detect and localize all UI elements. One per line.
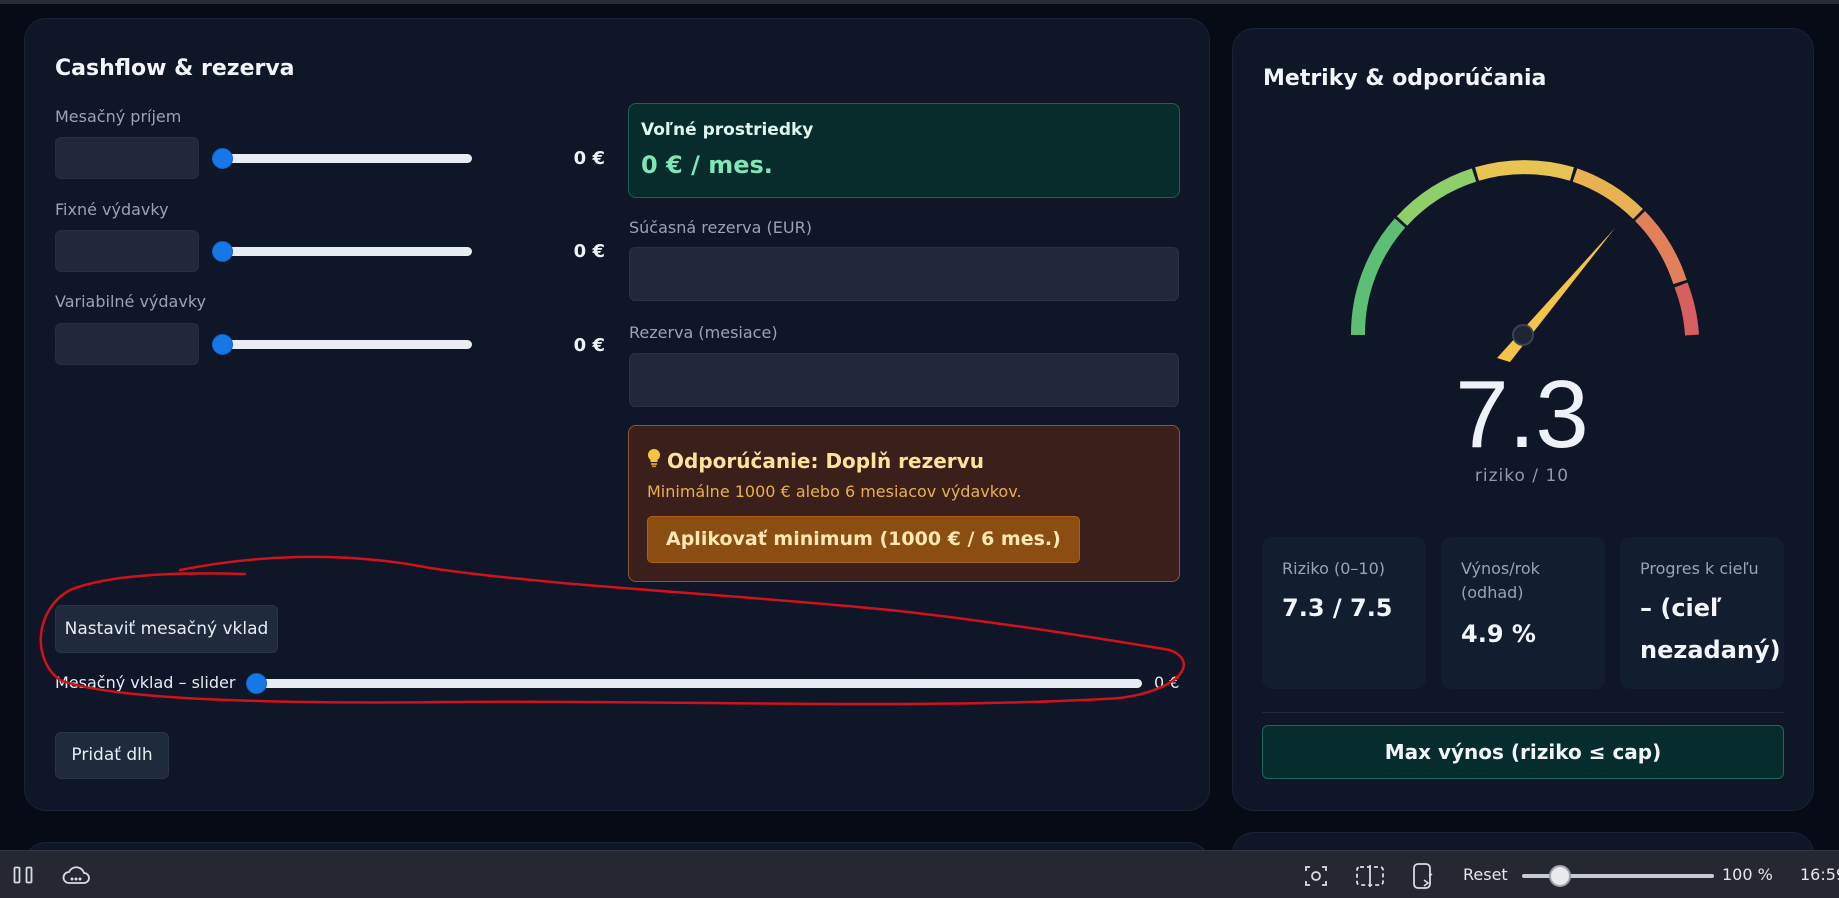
screenshot-icon[interactable]	[1304, 864, 1328, 892]
metrics-title: Metriky & odporúčania	[1263, 66, 1547, 91]
variable-slider-track	[212, 340, 472, 349]
risk-score-caption: riziko / 10	[1474, 466, 1570, 486]
gauge-needle-hub	[1512, 324, 1534, 346]
recommendation-text: Minimálne 1000 € alebo 6 mesiacov výdavk…	[647, 482, 1022, 501]
risk-score-value: 7.3	[1455, 361, 1589, 468]
pause-icon[interactable]	[13, 866, 35, 888]
split-view-icon[interactable]	[1355, 864, 1385, 892]
income-slider-thumb[interactable]	[212, 148, 233, 169]
free-funds-label: Voľné prostriedky	[641, 120, 814, 140]
income-slider-track	[212, 154, 472, 163]
device-icon[interactable]	[1410, 862, 1436, 894]
metric-goal-value-line1: – (cieľ	[1640, 594, 1722, 622]
variable-slider-thumb[interactable]	[212, 334, 233, 355]
risk-gauge-arc	[1350, 160, 1699, 336]
metric-goal-value-line2: nezadaný)	[1640, 636, 1781, 664]
zoom-value: 100 %	[1722, 865, 1773, 884]
variable-expenses-value: 0 €	[573, 335, 605, 356]
metrics-divider	[1262, 712, 1784, 713]
income-slider[interactable]	[212, 148, 472, 169]
metric-yield-label-line2: (odhad)	[1461, 583, 1524, 602]
reserve-months-input[interactable]	[629, 353, 1179, 407]
fixed-expenses-slider[interactable]	[212, 241, 472, 262]
metric-card-goal: Progres k cieľu – (cieľ nezadaný)	[1620, 537, 1784, 689]
lightbulb-icon	[647, 448, 661, 473]
fixed-expenses-value: 0 €	[573, 241, 605, 262]
metric-card-yield: Výnos/rok (odhad) 4.9 %	[1441, 537, 1605, 689]
fixed-expenses-label: Fixné výdavky	[55, 200, 169, 219]
max-yield-button[interactable]: Max výnos (riziko ≤ cap)	[1262, 725, 1784, 779]
metric-card-risk: Riziko (0–10) 7.3 / 7.5	[1262, 537, 1426, 689]
variable-expenses-input[interactable]	[55, 323, 199, 365]
reserve-months-label: Rezerva (mesiace)	[629, 323, 778, 342]
free-funds-box: Voľné prostriedky 0 € / mes.	[628, 103, 1180, 198]
metric-yield-value: 4.9 %	[1461, 620, 1536, 648]
reserve-eur-input[interactable]	[629, 247, 1179, 301]
top-window-border	[0, 0, 1839, 4]
metric-risk-value: 7.3 / 7.5	[1282, 594, 1393, 622]
fixed-slider-track	[212, 247, 472, 256]
variable-expenses-label: Variabilné výdavky	[55, 292, 206, 311]
red-annotation-circle	[39, 555, 1185, 706]
recommendation-title: Odporúčanie: Doplň rezervu	[667, 449, 984, 473]
cashflow-title: Cashflow & rezerva	[55, 56, 295, 81]
reset-button[interactable]: Reset	[1463, 865, 1508, 884]
metric-goal-label: Progres k cieľu	[1640, 559, 1759, 578]
player-toolbar: Reset 100 % 16:59	[0, 850, 1839, 898]
income-input[interactable]	[55, 137, 199, 179]
zoom-slider-thumb[interactable]	[1549, 865, 1571, 887]
reserve-eur-label: Súčasná rezerva (EUR)	[629, 218, 812, 237]
fixed-slider-thumb[interactable]	[212, 241, 233, 262]
clock: 16:59	[1800, 865, 1839, 884]
free-funds-value: 0 € / mes.	[641, 151, 773, 179]
metric-goal-value: – (cieľ nezadaný)	[1640, 587, 1781, 671]
risk-gauge	[1350, 160, 1699, 362]
recommendation-title-row: Odporúčanie: Doplň rezervu	[647, 448, 984, 473]
income-label: Mesačný príjem	[55, 107, 182, 126]
fixed-expenses-input[interactable]	[55, 230, 199, 272]
metric-yield-label: Výnos/rok (odhad)	[1461, 557, 1540, 605]
metric-risk-label: Riziko (0–10)	[1282, 559, 1385, 578]
cloud-icon[interactable]	[61, 864, 91, 890]
metric-yield-label-line1: Výnos/rok	[1461, 559, 1540, 578]
add-debt-button[interactable]: Pridať dlh	[55, 732, 169, 779]
income-value: 0 €	[573, 148, 605, 169]
variable-expenses-slider[interactable]	[212, 334, 472, 355]
